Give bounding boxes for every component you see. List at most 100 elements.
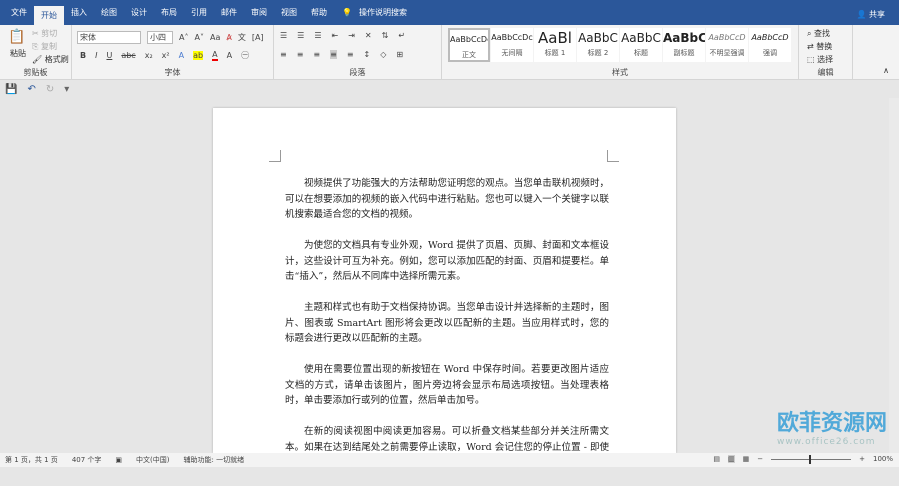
clipboard-label: 剪贴板 <box>23 68 48 77</box>
tab-layout[interactable]: 布局 <box>154 0 184 25</box>
document-page[interactable]: 视频提供了功能强大的方法帮助您证明您的观点。当您单击联机视频时，可以在想要添加的… <box>213 108 676 468</box>
find-button[interactable]: ⌕ 查找 <box>807 28 830 39</box>
align-right-icon[interactable]: ≡ <box>313 50 320 59</box>
distributed-icon[interactable]: ≡ <box>347 50 354 59</box>
margin-mark <box>269 150 281 162</box>
paragraph-group: ☰ ☰ ☰ ⇤ ⇥ ✕ ⇅ ↵ ≡ ≡ ≡ ≡ ≡ ↕ ◇ ⊞ 段落 <box>274 25 442 80</box>
cut-button[interactable]: ✂ 剪切 <box>32 28 57 39</box>
share-button[interactable]: 👤 共享 <box>856 9 885 20</box>
align-left-icon[interactable]: ≡ <box>280 50 287 59</box>
style-title[interactable]: AaBbC 标题 <box>620 28 662 62</box>
tab-mailings[interactable]: 邮件 <box>214 0 244 25</box>
tab-review[interactable]: 审阅 <box>244 0 274 25</box>
copy-button[interactable]: ⎘ 复制 <box>32 41 57 52</box>
read-mode-icon[interactable]: ▤ <box>713 455 720 463</box>
paragraph: 视频提供了功能强大的方法帮助您证明您的观点。当您单击联机视频时，可以在想要添加的… <box>285 178 609 220</box>
tab-help[interactable]: 帮助 <box>304 0 334 25</box>
subscript-icon[interactable]: x₂ <box>145 51 153 60</box>
tab-view[interactable]: 视图 <box>274 0 304 25</box>
print-layout-icon[interactable]: ▥ <box>727 455 735 463</box>
styles-gallery: AaBbCcDc 正文 AaBbCcDc 无间隔 AaBl 标题 1 AaBbC 标题 … <box>448 28 791 62</box>
replace-label: 替换 <box>816 42 833 51</box>
tab-references[interactable]: 引用 <box>184 0 214 25</box>
multilevel-icon[interactable]: ☰ <box>314 31 321 40</box>
highlight-icon[interactable]: ab <box>193 51 204 60</box>
paste-button[interactable]: 粘贴 <box>10 48 26 59</box>
tab-design[interactable]: 设计 <box>124 0 154 25</box>
italic-icon[interactable]: I <box>95 51 97 60</box>
shading-icon[interactable]: ◇ <box>380 50 386 59</box>
style-no-spacing[interactable]: AaBbCcDc 无间隔 <box>491 28 533 62</box>
chinese-layout-icon[interactable]: ✕ <box>365 31 372 40</box>
redo-icon[interactable]: ↻ <box>46 84 54 95</box>
style-heading-1[interactable]: AaBl 标题 1 <box>534 28 576 62</box>
page-count[interactable]: 第 1 页，共 1 页 <box>5 455 58 465</box>
zoom-out-button[interactable]: − <box>757 455 763 463</box>
style-subtitle[interactable]: AaBbC 副标题 <box>663 28 705 62</box>
accessibility-status[interactable]: 辅助功能: 一切就绪 <box>184 455 245 465</box>
tab-file[interactable]: 文件 <box>4 0 34 25</box>
tell-me-search[interactable]: 操作说明搜索 <box>352 0 414 25</box>
bullets-icon[interactable]: ☰ <box>280 31 287 40</box>
ribbon-tabs: 文件 开始 插入 绘图 设计 布局 引用 邮件 审阅 视图 帮助 💡 操作说明搜… <box>0 0 899 25</box>
proofing-icon[interactable]: ▣ <box>115 456 122 464</box>
font-color-icon[interactable]: A <box>212 50 218 61</box>
underline-icon[interactable]: U <box>106 51 112 60</box>
word-count[interactable]: 407 个字 <box>72 455 102 465</box>
justify-icon[interactable]: ≡ <box>330 50 337 59</box>
editing-label: 编辑 <box>817 68 834 77</box>
show-marks-icon[interactable]: ↵ <box>398 31 405 40</box>
undo-icon[interactable]: ↶ <box>27 84 35 95</box>
select-button[interactable]: ⬚ 选择 <box>807 54 833 65</box>
char-border-icon[interactable]: [A] <box>252 33 264 42</box>
document-body[interactable]: 视频提供了功能强大的方法帮助您证明您的观点。当您单击联机视频时，可以在想要添加的… <box>285 176 609 486</box>
cut-label: 剪切 <box>41 29 58 38</box>
shrink-font-icon[interactable]: A˅ <box>194 33 203 42</box>
tab-draw[interactable]: 绘图 <box>94 0 124 25</box>
styles-group: AaBbCcDc 正文 AaBbCcDc 无间隔 AaBl 标题 1 AaBbC 标题 … <box>442 25 799 80</box>
style-normal[interactable]: AaBbCcDc 正文 <box>448 28 490 62</box>
borders-icon[interactable]: ⊞ <box>396 50 403 59</box>
vertical-scrollbar[interactable] <box>889 98 899 453</box>
tab-home[interactable]: 开始 <box>34 6 64 25</box>
language[interactable]: 中文(中国) <box>136 455 169 465</box>
bold-icon[interactable]: B <box>80 51 86 60</box>
decrease-indent-icon[interactable]: ⇤ <box>332 31 339 40</box>
styles-label: 样式 <box>612 68 628 77</box>
paragraph: 为使您的文档具有专业外观，Word 提供了页眉、页脚、封面和文本框设计，这些设计… <box>285 240 609 282</box>
change-case-icon[interactable]: Aa <box>210 33 220 42</box>
text-effects-icon[interactable]: A <box>179 51 184 60</box>
clipboard-group: 📋 粘贴 ✂ 剪切 ⎘ 复制 🖌 格式刷 剪贴板 <box>0 25 72 80</box>
font-size-select[interactable]: 小四 <box>147 31 173 44</box>
margin-mark <box>607 150 619 162</box>
format-painter-button[interactable]: 🖌 格式刷 <box>32 54 69 65</box>
numbering-icon[interactable]: ☰ <box>297 31 304 40</box>
phonetic-icon[interactable]: 文 <box>238 32 246 43</box>
web-layout-icon[interactable]: ▦ <box>743 455 750 463</box>
tab-insert[interactable]: 插入 <box>64 0 94 25</box>
style-emphasis[interactable]: AaBbCcD 强调 <box>749 28 791 62</box>
superscript-icon[interactable]: x² <box>162 51 170 60</box>
char-shading-icon[interactable]: A <box>227 51 232 60</box>
paragraph: 使用在需要位置出现的新按钮在 Word 中保存时间。若要更改图片适应文档的方式，… <box>285 364 609 406</box>
save-icon[interactable]: 💾 <box>5 84 17 95</box>
replace-button[interactable]: ⇄ 替换 <box>807 41 832 52</box>
grow-font-icon[interactable]: A˄ <box>179 33 188 42</box>
align-center-icon[interactable]: ≡ <box>297 50 304 59</box>
sort-icon[interactable]: ⇅ <box>382 31 389 40</box>
style-heading-2[interactable]: AaBbC 标题 2 <box>577 28 619 62</box>
enclose-char-icon[interactable]: ㊀ <box>241 50 249 61</box>
zoom-slider[interactable] <box>771 454 852 464</box>
collapse-ribbon-icon[interactable]: ∧ <box>883 66 889 75</box>
zoom-level[interactable]: 100% <box>873 455 893 463</box>
font-name-select[interactable]: 宋体 <box>77 31 141 44</box>
strikethrough-icon[interactable]: abc <box>121 51 135 60</box>
customize-qat-icon[interactable]: ▾ <box>64 84 69 95</box>
style-subtle-emphasis[interactable]: AaBbCcD 不明显强调 <box>706 28 748 62</box>
line-spacing-icon[interactable]: ↕ <box>364 50 371 59</box>
paragraph-label: 段落 <box>349 68 366 77</box>
increase-indent-icon[interactable]: ⇥ <box>348 31 355 40</box>
zoom-in-button[interactable]: + <box>859 455 865 463</box>
clear-format-icon[interactable]: A̷ <box>226 33 231 42</box>
share-label: 共享 <box>869 10 885 19</box>
